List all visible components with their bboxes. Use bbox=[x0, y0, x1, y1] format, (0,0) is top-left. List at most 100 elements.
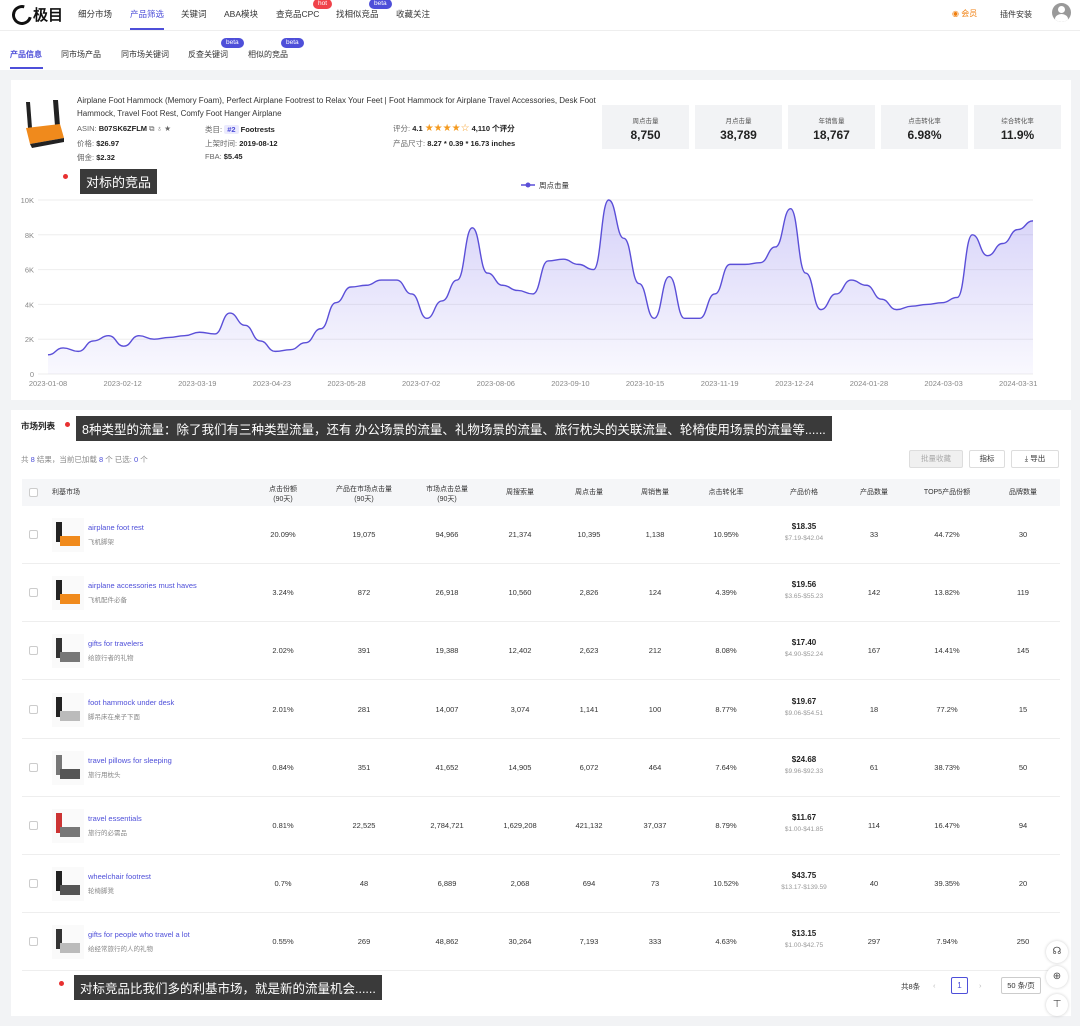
nav-keywords[interactable]: 关键词 bbox=[181, 8, 207, 20]
niche-keyword-link[interactable]: wheelchair footrest bbox=[88, 872, 151, 881]
nav-product-filter[interactable]: 产品筛选 bbox=[130, 8, 165, 30]
page-size-select[interactable]: 50 条/页 bbox=[1001, 977, 1041, 994]
row-checkbox[interactable] bbox=[29, 821, 38, 830]
nav-competitor-cpc[interactable]: 查竞品CPC bbox=[276, 8, 319, 20]
th-product-market-clicks[interactable]: 产品在市场点击量 (90天) bbox=[318, 485, 410, 505]
cell-products: 167 bbox=[867, 646, 881, 656]
th-product-count[interactable]: 产品数量 bbox=[844, 488, 904, 498]
select-all-checkbox[interactable] bbox=[29, 488, 38, 497]
cell-top5: 39.35% bbox=[934, 879, 960, 889]
prev-page-icon[interactable]: ‹ bbox=[933, 981, 936, 990]
page-1-button[interactable]: 1 bbox=[951, 977, 968, 994]
cell-brands: 94 bbox=[1018, 821, 1028, 830]
market-list-title: 市场列表 bbox=[21, 421, 56, 431]
x-tick-label: 2023-08-06 bbox=[477, 379, 515, 388]
nav-aba-module[interactable]: ABA模块 bbox=[224, 8, 258, 20]
table-row[interactable]: gifts for people who travel a lot 给经常旅行的人… bbox=[22, 913, 1060, 972]
back-to-top-icon[interactable]: ⊤ bbox=[1046, 994, 1068, 1016]
tab-reverse-keywords[interactable]: 反查关键词 bbox=[188, 49, 228, 60]
row-checkbox[interactable] bbox=[29, 588, 38, 598]
th-brand-count[interactable]: 品牌数量 bbox=[990, 488, 1056, 498]
table-row[interactable]: wheelchair footrest 轮椅脚凳 0.7% 48 6,889 2,068 6… bbox=[22, 855, 1060, 914]
plugin-install-link[interactable]: 插件安装 bbox=[1000, 9, 1032, 20]
metrics-button[interactable]: 指标 bbox=[969, 450, 1005, 468]
nav-favorites[interactable]: 收藏关注 bbox=[396, 8, 430, 20]
cell-price: $24.68 $9.96-$92.33 bbox=[784, 754, 824, 775]
table-row[interactable]: airplane foot rest 飞机脚架 20.09% 19,075 94,966… bbox=[22, 506, 1060, 564]
cell-share: 20.09% bbox=[270, 530, 296, 539]
niche-keyword-link[interactable]: travel essentials bbox=[88, 814, 142, 823]
niche-keyword-link[interactable]: airplane foot rest bbox=[88, 523, 144, 532]
th-click-share[interactable]: 点击份额 (90天) bbox=[248, 485, 318, 505]
cell-wclicks: 2,826 bbox=[579, 588, 599, 598]
niche-keyword-link[interactable]: gifts for people who travel a lot bbox=[88, 930, 190, 939]
th-top5-share[interactable]: TOP5产品份额 bbox=[904, 488, 990, 498]
cell-sales: 464 bbox=[648, 762, 662, 772]
niche-thumbnail bbox=[52, 925, 84, 960]
nav-niche-market[interactable]: 细分市场 bbox=[78, 8, 112, 20]
cell-sales: 100 bbox=[648, 704, 662, 714]
row-checkbox[interactable] bbox=[29, 937, 38, 947]
link-icon[interactable]: ♁ bbox=[157, 124, 163, 133]
download-icon: ⤓ bbox=[1024, 454, 1029, 463]
annotation-dot bbox=[59, 981, 64, 986]
table-row[interactable]: gifts for travelers 给旅行者的礼物 2.02% 391 19,388… bbox=[22, 622, 1060, 681]
niche-keyword-link[interactable]: gifts for travelers bbox=[88, 639, 143, 648]
commission-row: 佣金: $2.32 bbox=[77, 153, 115, 162]
table-row[interactable]: airplane accessories must haves 飞机配件必备 3.2… bbox=[22, 564, 1060, 623]
member-link[interactable]: ◉ 会员 bbox=[952, 8, 977, 19]
globe-icon[interactable]: ⊕ bbox=[1046, 966, 1068, 988]
nav-similar-competitors[interactable]: 找相似竞品 bbox=[336, 8, 379, 20]
niche-keyword-translation: 给经常旅行的人的礼物 bbox=[88, 946, 153, 954]
x-tick-label: 2024-03-31 bbox=[999, 379, 1037, 388]
fba-row: FBA: $5.45 bbox=[205, 152, 243, 161]
th-weekly-sales[interactable]: 周销售量 bbox=[622, 488, 688, 498]
row-checkbox[interactable] bbox=[29, 704, 38, 714]
cell-wclicks: 694 bbox=[582, 879, 596, 889]
niche-keyword-link[interactable]: foot hammock under desk bbox=[88, 698, 174, 707]
product-image[interactable] bbox=[20, 98, 67, 150]
niche-keyword-link[interactable]: airplane accessories must haves bbox=[88, 581, 197, 590]
th-click-cvr[interactable]: 点击转化率 bbox=[688, 488, 764, 498]
row-checkbox[interactable] bbox=[29, 530, 38, 539]
niche-keyword-link[interactable]: travel pillows for sleeping bbox=[88, 756, 172, 765]
niche-thumbnail bbox=[52, 750, 84, 785]
user-avatar[interactable] bbox=[1052, 3, 1071, 22]
th-market-total-clicks[interactable]: 市场点击总量 (90天) bbox=[410, 485, 484, 505]
cell-wclicks: 6,072 bbox=[579, 762, 599, 772]
copy-icon[interactable]: ⧉ bbox=[149, 124, 154, 133]
star-fav-icon[interactable]: ★ bbox=[164, 124, 171, 133]
th-weekly-search[interactable]: 周搜索量 bbox=[484, 488, 556, 498]
cell-sales: 73 bbox=[650, 879, 660, 889]
next-page-icon[interactable]: › bbox=[979, 981, 982, 990]
app-logo[interactable]: 极目 bbox=[8, 0, 63, 29]
y-tick-label: 2K bbox=[25, 335, 34, 344]
th-weekly-clicks[interactable]: 周点击量 bbox=[556, 488, 622, 498]
tab-product-info[interactable]: 产品信息 bbox=[10, 49, 42, 60]
x-tick-label: 2024-01-28 bbox=[850, 379, 888, 388]
cell-price: $11.67 $1.00-$41.85 bbox=[784, 813, 824, 833]
tab-same-market-keywords[interactable]: 同市场关键词 bbox=[121, 49, 169, 60]
table-row[interactable]: foot hammock under desk 脚吊床在桌子下面 2.01% 281 1… bbox=[22, 681, 1060, 739]
weekly-clicks-chart[interactable]: 0 2K 4K 6K 8K 10K 2023-01-08 2023-02-12 2023-03-… bbox=[11, 175, 1071, 400]
support-icon[interactable]: ☊ bbox=[1046, 941, 1068, 963]
row-checkbox[interactable] bbox=[29, 762, 38, 772]
product-title[interactable]: Airplane Foot Hammock (Memory Foam), Per… bbox=[77, 95, 607, 120]
table-row[interactable]: travel pillows for sleeping 旅行用枕头 0.84% 351… bbox=[22, 739, 1060, 797]
tab-same-market-products[interactable]: 同市场产品 bbox=[61, 49, 101, 60]
export-button[interactable]: ⤓ 导出 bbox=[1011, 450, 1059, 468]
legend-label[interactable]: 周点击量 bbox=[539, 180, 569, 190]
th-product-price[interactable]: 产品价格 bbox=[764, 488, 844, 498]
table-row[interactable]: travel essentials 旅行的必需品 0.81% 22,525 2,784,… bbox=[22, 797, 1060, 855]
cell-search: 1,629,208 bbox=[503, 821, 537, 830]
tab-similar-competitors[interactable]: 相似的竞品 bbox=[248, 49, 288, 60]
cell-brands: 50 bbox=[1018, 762, 1028, 772]
batch-favorite-button[interactable]: 批量收藏 bbox=[909, 450, 963, 468]
asin-value[interactable]: B07SK6ZFLM bbox=[99, 124, 147, 133]
y-tick-label: 10K bbox=[21, 196, 34, 205]
rating-stars: ★★★★☆ bbox=[424, 123, 470, 134]
cell-share: 2.02% bbox=[272, 646, 294, 656]
row-checkbox[interactable] bbox=[29, 879, 38, 889]
row-checkbox[interactable] bbox=[29, 646, 38, 656]
listed-row: 上架时间: 2019-08-12 bbox=[205, 139, 278, 148]
